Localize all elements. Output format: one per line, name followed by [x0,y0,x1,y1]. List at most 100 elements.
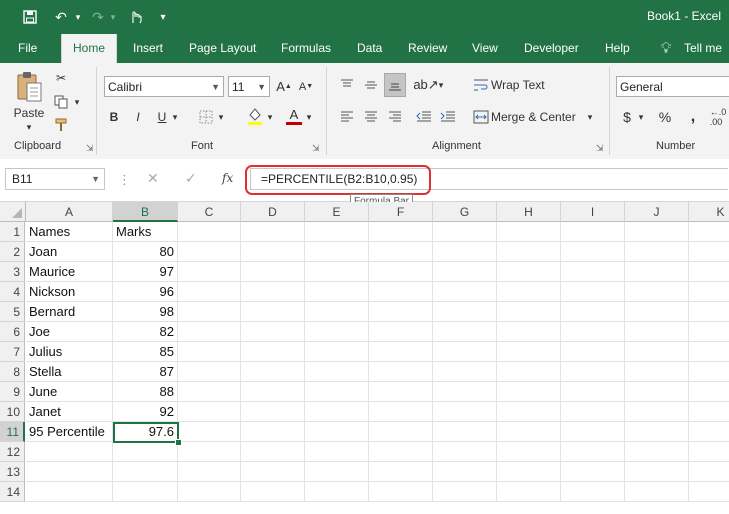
row-header-6[interactable]: 6 [0,322,25,342]
font-color-icon[interactable]: A [284,105,304,127]
cell-c5[interactable] [178,302,241,322]
increase-font-size-icon[interactable]: A ▲ [275,76,293,97]
number-format-select[interactable]: General [616,76,729,97]
cell-i7[interactable] [561,342,625,362]
cell-f5[interactable] [369,302,433,322]
cell-f2[interactable] [369,242,433,262]
column-header-c[interactable]: C [178,202,241,222]
bold-button[interactable]: B [106,107,122,127]
cell-g1[interactable] [433,222,497,242]
row-header-10[interactable]: 10 [0,402,25,422]
column-header-b[interactable]: B [113,202,178,222]
paste-button[interactable]: Paste [8,105,50,121]
font-launcher-icon[interactable]: ⇲ [312,143,320,154]
cell-f14[interactable] [369,482,433,502]
copy-dropdown-icon[interactable]: ▾ [72,93,82,111]
cell-c12[interactable] [178,442,241,462]
cell-g7[interactable] [433,342,497,362]
column-header-f[interactable]: F [369,202,433,222]
cell-j10[interactable] [625,402,689,422]
cell-k14[interactable] [689,482,729,502]
cell-g5[interactable] [433,302,497,322]
merge-center-dropdown-icon[interactable]: ▾ [585,107,595,127]
cell-i6[interactable] [561,322,625,342]
cell-b10[interactable]: 92 [113,402,178,422]
percent-format-button[interactable]: % [658,107,672,127]
cell-h14[interactable] [497,482,561,502]
cell-d7[interactable] [241,342,305,362]
cell-h11[interactable] [497,422,561,442]
cell-i2[interactable] [561,242,625,262]
cell-h12[interactable] [497,442,561,462]
row-header-8[interactable]: 8 [0,362,25,382]
cell-g8[interactable] [433,362,497,382]
tab-developer[interactable]: Developer [522,34,581,63]
cell-f10[interactable] [369,402,433,422]
cell-f7[interactable] [369,342,433,362]
cell-b2[interactable]: 80 [113,242,178,262]
column-header-e[interactable]: E [305,202,369,222]
cell-a8[interactable]: Stella [26,362,113,382]
row-header-4[interactable]: 4 [0,282,25,302]
cell-h5[interactable] [497,302,561,322]
cell-i8[interactable] [561,362,625,382]
row-header-2[interactable]: 2 [0,242,25,262]
cell-h4[interactable] [497,282,561,302]
cell-h6[interactable] [497,322,561,342]
merge-center-button[interactable]: Merge & Center [491,107,576,127]
cell-c2[interactable] [178,242,241,262]
cell-f13[interactable] [369,462,433,482]
cell-d5[interactable] [241,302,305,322]
cell-e5[interactable] [305,302,369,322]
cell-a13[interactable] [26,462,113,482]
font-family-select[interactable]: Calibri ▼ [104,76,224,97]
align-left-icon[interactable] [337,107,357,127]
cell-b12[interactable] [113,442,178,462]
cell-i5[interactable] [561,302,625,322]
cell-i14[interactable] [561,482,625,502]
comma-style-button[interactable]: , [686,107,700,127]
cell-k9[interactable] [689,382,729,402]
cell-d9[interactable] [241,382,305,402]
row-header-14[interactable]: 14 [0,482,25,502]
cell-k12[interactable] [689,442,729,462]
cell-g3[interactable] [433,262,497,282]
cell-j8[interactable] [625,362,689,382]
cell-d3[interactable] [241,262,305,282]
cell-g11[interactable] [433,422,497,442]
cell-h2[interactable] [497,242,561,262]
cell-h1[interactable] [497,222,561,242]
select-all-corner[interactable] [0,202,26,222]
fill-color-icon[interactable] [245,105,265,127]
cell-b7[interactable]: 85 [113,342,178,362]
tab-data[interactable]: Data [355,34,384,63]
column-header-j[interactable]: J [625,202,689,222]
cell-c11[interactable] [178,422,241,442]
cell-d4[interactable] [241,282,305,302]
cell-b4[interactable]: 96 [113,282,178,302]
cell-j1[interactable] [625,222,689,242]
row-header-12[interactable]: 12 [0,442,25,462]
cell-c7[interactable] [178,342,241,362]
cell-f6[interactable] [369,322,433,342]
cell-g13[interactable] [433,462,497,482]
cell-e14[interactable] [305,482,369,502]
cell-e12[interactable] [305,442,369,462]
cell-a14[interactable] [26,482,113,502]
cell-g9[interactable] [433,382,497,402]
cell-a4[interactable]: Nickson [26,282,113,302]
cell-d10[interactable] [241,402,305,422]
currency-format-button[interactable]: $ [620,107,634,127]
cut-icon[interactable]: ✂ [52,69,70,87]
cell-e10[interactable] [305,402,369,422]
cell-g4[interactable] [433,282,497,302]
cell-h10[interactable] [497,402,561,422]
column-header-a[interactable]: A [26,202,113,222]
cell-c3[interactable] [178,262,241,282]
cell-i13[interactable] [561,462,625,482]
cell-a10[interactable]: Janet [26,402,113,422]
cell-j11[interactable] [625,422,689,442]
cell-k11[interactable] [689,422,729,442]
cell-d6[interactable] [241,322,305,342]
cell-h7[interactable] [497,342,561,362]
